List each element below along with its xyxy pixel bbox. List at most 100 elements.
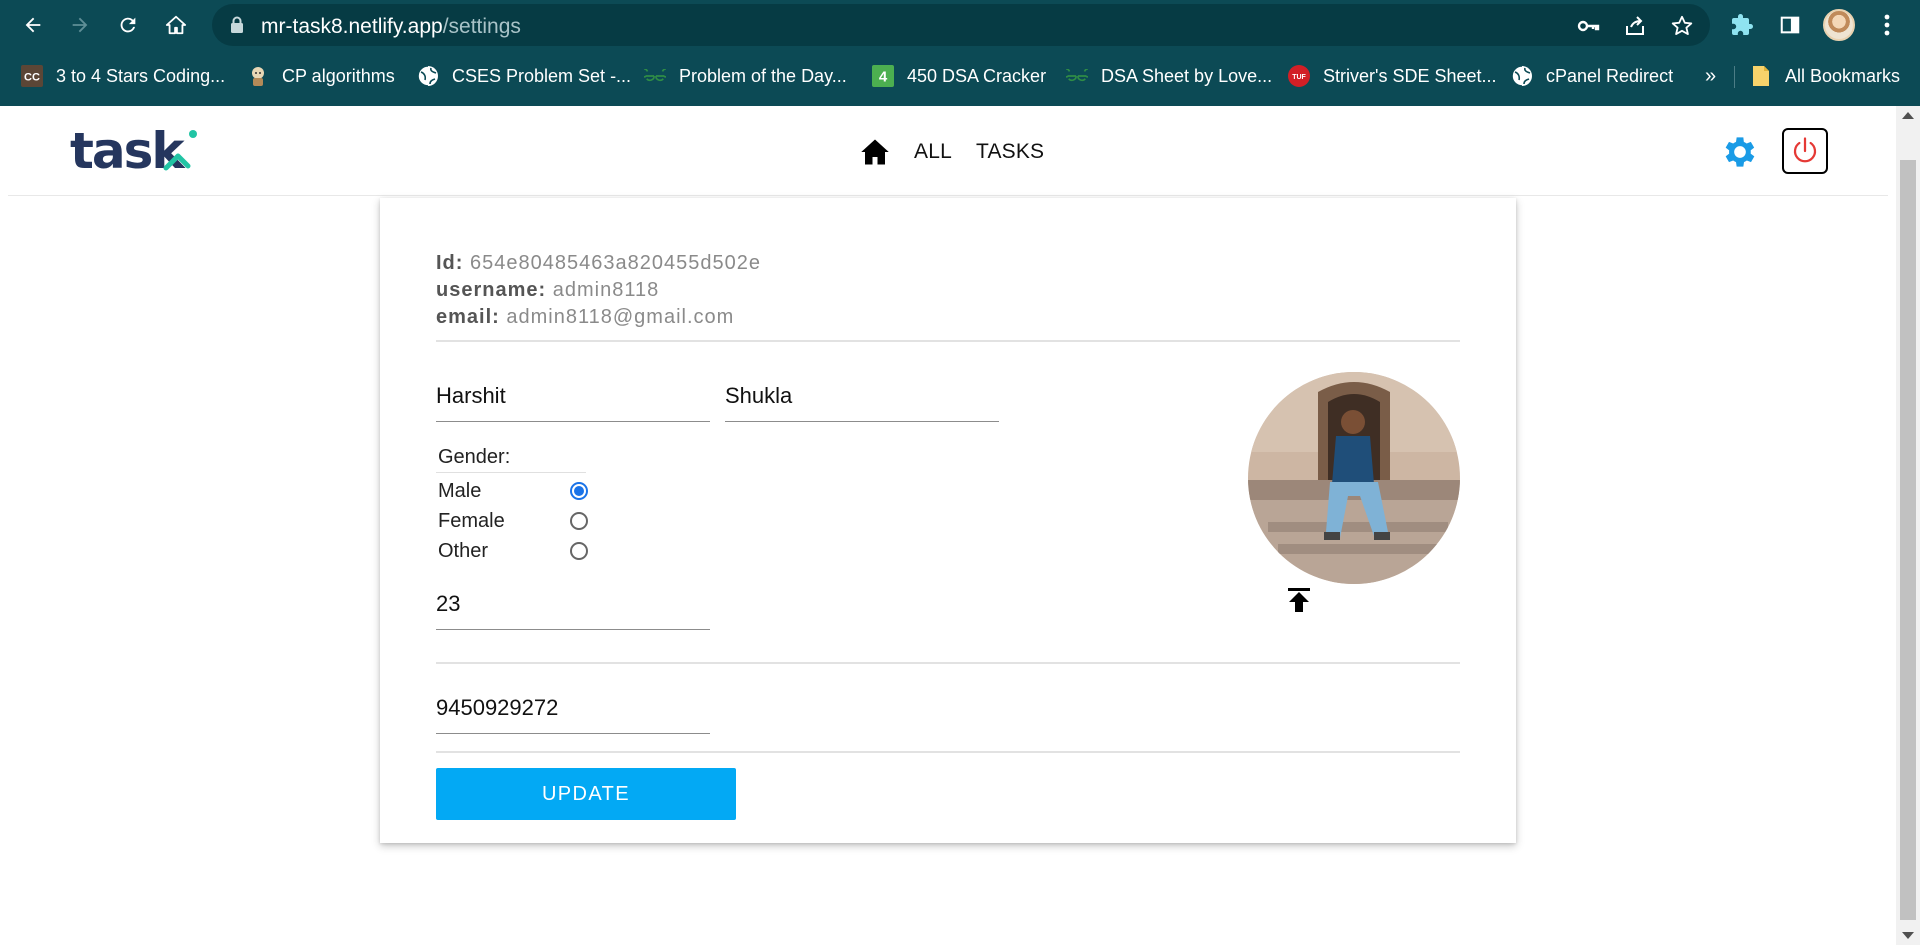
svg-text:TUF: TUF: [1292, 74, 1306, 81]
bookmarks-separator: [1734, 66, 1735, 88]
upload-photo-button[interactable]: [1284, 584, 1314, 616]
url-text: mr-task8.netlify.app/settings: [261, 15, 521, 39]
bookmark-problem-of-the-day[interactable]: Problem of the Day...: [644, 62, 847, 90]
bookmarks-overflow-button[interactable]: »: [1705, 62, 1716, 90]
all-bookmarks-button[interactable]: All Bookmarks: [1750, 62, 1900, 90]
task-logo[interactable]: task: [70, 122, 210, 182]
back-button[interactable]: [17, 9, 49, 41]
profile-avatar[interactable]: [1823, 9, 1855, 41]
star-outline-icon: [1671, 15, 1693, 35]
id-value: 654e80485463a820455d502e: [470, 252, 761, 274]
divider-middle: [436, 662, 1460, 664]
share-icon: [1626, 16, 1644, 35]
settings-button[interactable]: [1718, 130, 1762, 174]
svg-text:CC: CC: [24, 72, 40, 84]
email-label: email:: [436, 306, 500, 328]
arrow-left-icon: [25, 17, 41, 33]
bookmark-label: 450 DSA Cracker: [907, 65, 1047, 86]
kebab-menu-icon: [1884, 14, 1890, 36]
scroll-down-arrow-icon[interactable]: [1902, 932, 1914, 939]
bookmark-star-button[interactable]: [1669, 13, 1695, 39]
url-host: mr-task8.netlify.app: [261, 15, 443, 38]
bookmark-3-to-4-stars[interactable]: CC 3 to 4 Stars Coding...: [21, 62, 225, 90]
browser-menu-button[interactable]: [1871, 9, 1903, 41]
last-name-input[interactable]: [725, 376, 999, 416]
cc-logo-icon: CC: [21, 65, 43, 87]
gfg-icon: [1066, 65, 1088, 87]
profile-photo-image: [1248, 372, 1460, 584]
gender-option-male-label: Male: [438, 480, 482, 502]
phone-field: [436, 688, 710, 734]
bookmark-striver-sde[interactable]: TUF Striver's SDE Sheet...: [1288, 62, 1497, 90]
gfg-icon: [644, 65, 666, 87]
bookmark-cses[interactable]: CSES Problem Set -...: [417, 62, 631, 90]
reload-icon: [120, 17, 136, 33]
gender-radio-other[interactable]: [570, 542, 588, 560]
nav-home-button[interactable]: [860, 138, 890, 166]
extensions-button[interactable]: [1726, 9, 1758, 41]
id-label: Id:: [436, 252, 464, 274]
gender-radio-male[interactable]: [570, 482, 588, 500]
home-icon: [861, 139, 889, 165]
gear-icon: [1725, 137, 1755, 167]
age-field: [436, 584, 710, 630]
scrollbar-thumb[interactable]: [1900, 160, 1916, 920]
nav-tasks-link[interactable]: TASKS: [976, 140, 1044, 164]
divider-top: [436, 340, 1460, 342]
app-header: task ALL TASKS: [8, 106, 1888, 196]
bookmark-label: Striver's SDE Sheet...: [1323, 65, 1497, 86]
address-bar[interactable]: mr-task8.netlify.app/settings: [212, 4, 1710, 46]
puzzle-icon: [1732, 14, 1753, 35]
logout-button[interactable]: [1782, 128, 1828, 174]
gender-radio-female[interactable]: [570, 512, 588, 530]
reload-button[interactable]: [112, 9, 144, 41]
bookmark-cp-algorithms[interactable]: CP algorithms: [247, 62, 395, 90]
bookmark-label: DSA Sheet by Love...: [1101, 65, 1273, 86]
profile-photo: [1248, 372, 1460, 584]
forward-button[interactable]: [64, 9, 96, 41]
divider-bottom: [436, 751, 1460, 753]
page-viewport: task ALL TASKS Id: 654e80485463a820455d5…: [0, 106, 1896, 945]
svg-text:task: task: [70, 122, 186, 180]
side-panel-button[interactable]: [1774, 9, 1806, 41]
folder-icon: [1750, 65, 1772, 87]
bookmark-cpanel-redirect[interactable]: cPanel Redirect: [1511, 62, 1673, 90]
page-scrollbar[interactable]: [1896, 106, 1920, 945]
update-button[interactable]: UPDATE: [436, 768, 736, 820]
cp-algorithms-icon: [247, 65, 269, 87]
email-row: email: admin8118@gmail.com: [436, 306, 734, 329]
power-icon: [1793, 137, 1817, 163]
bookmark-label: cPanel Redirect: [1546, 65, 1674, 86]
lock-icon: [231, 16, 243, 33]
bookmarks-bar: CC 3 to 4 Stars Coding... CP algorithms …: [0, 56, 1920, 96]
phone-input[interactable]: [436, 688, 710, 728]
key-icon: [1577, 20, 1600, 32]
password-key-button[interactable]: [1575, 13, 1601, 39]
bookmark-dsa-sheet-love[interactable]: DSA Sheet by Love...: [1066, 62, 1272, 90]
username-row: username: admin8118: [436, 279, 659, 302]
first-name-input[interactable]: [436, 376, 710, 416]
settings-card: Id: 654e80485463a820455d502e username: a…: [380, 198, 1516, 843]
email-value: admin8118@gmail.com: [506, 306, 735, 328]
bookmark-label: Problem of the Day...: [679, 65, 847, 86]
age-input[interactable]: [436, 584, 710, 624]
home-button[interactable]: [160, 9, 192, 41]
scroll-up-arrow-icon[interactable]: [1902, 112, 1914, 119]
side-panel-icon: [1780, 16, 1800, 34]
gender-option-female-label: Female: [438, 510, 505, 532]
home-outline-icon: [165, 15, 187, 35]
svg-text:4: 4: [879, 69, 888, 86]
globe-icon: [417, 65, 439, 87]
all-bookmarks-label: All Bookmarks: [1785, 65, 1901, 86]
tuf-icon: TUF: [1288, 65, 1310, 87]
bookmark-label: CSES Problem Set -...: [452, 65, 632, 86]
bookmark-450-dsa[interactable]: 4 450 DSA Cracker: [872, 62, 1046, 90]
task-logo-wordmark: task: [70, 122, 197, 180]
user-id-row: Id: 654e80485463a820455d502e: [436, 252, 761, 275]
share-button[interactable]: [1622, 13, 1648, 39]
browser-chrome: mr-task8.netlify.app/settings CC 3 to 4 …: [0, 0, 1920, 106]
bookmark-label: CP algorithms: [282, 65, 395, 86]
url-path: /settings: [442, 15, 521, 38]
nav-all-link[interactable]: ALL: [914, 140, 952, 164]
overflow-chevrons: »: [1705, 64, 1717, 87]
